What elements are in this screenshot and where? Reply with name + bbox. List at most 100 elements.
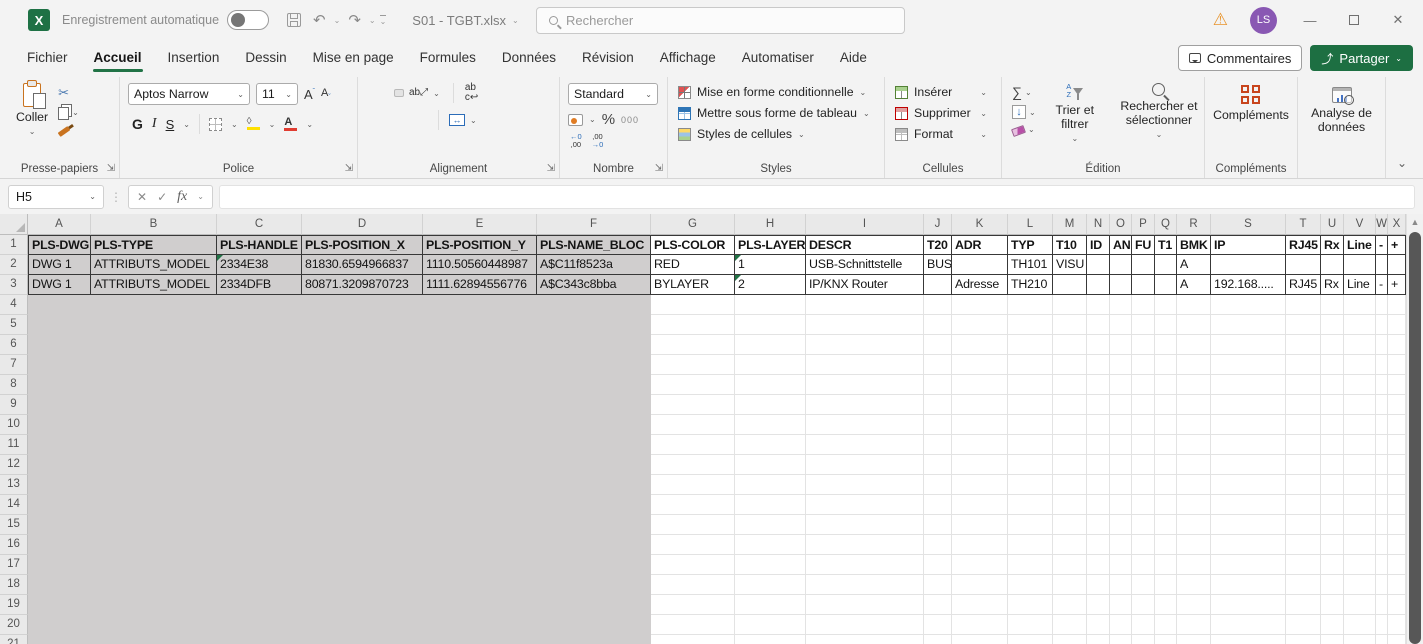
- cell-B4[interactable]: [91, 295, 217, 315]
- cell-H1[interactable]: PLS-LAYER: [735, 235, 806, 255]
- enter-icon[interactable]: ✓: [157, 190, 167, 204]
- cell-T9[interactable]: [1286, 395, 1321, 415]
- cell-H6[interactable]: [735, 335, 806, 355]
- cell-Q19[interactable]: [1155, 595, 1177, 615]
- cell-L20[interactable]: [1008, 615, 1053, 635]
- cell-H14[interactable]: [735, 495, 806, 515]
- cell-V16[interactable]: [1344, 535, 1376, 555]
- redo-icon[interactable]: ↷: [344, 9, 365, 31]
- cell-M10[interactable]: [1053, 415, 1087, 435]
- cell-J6[interactable]: [924, 335, 952, 355]
- cell-M3[interactable]: [1053, 275, 1087, 295]
- column-header-R[interactable]: R: [1177, 214, 1211, 235]
- cell-N19[interactable]: [1087, 595, 1110, 615]
- cell-V8[interactable]: [1344, 375, 1376, 395]
- cell-styles-button[interactable]: Styles de cellules⌄: [678, 127, 884, 141]
- cell-I17[interactable]: [806, 555, 924, 575]
- cell-E16[interactable]: [423, 535, 537, 555]
- cell-R5[interactable]: [1177, 315, 1211, 335]
- cell-I9[interactable]: [806, 395, 924, 415]
- cell-X7[interactable]: [1388, 355, 1406, 375]
- cell-H11[interactable]: [735, 435, 806, 455]
- cell-W14[interactable]: [1376, 495, 1388, 515]
- cell-M1[interactable]: T10: [1053, 235, 1087, 255]
- cell-G10[interactable]: [651, 415, 735, 435]
- cell-S5[interactable]: [1211, 315, 1286, 335]
- cell-N14[interactable]: [1087, 495, 1110, 515]
- cancel-icon[interactable]: ✕: [137, 190, 147, 204]
- cell-T12[interactable]: [1286, 455, 1321, 475]
- undo-chevron-icon[interactable]: ⌄: [334, 16, 341, 25]
- cell-B18[interactable]: [91, 575, 217, 595]
- row-header-15[interactable]: 15: [0, 515, 28, 535]
- cell-C1[interactable]: PLS-HANDLE: [217, 235, 302, 255]
- cell-H3[interactable]: 2: [735, 275, 806, 295]
- avatar[interactable]: LS: [1250, 7, 1277, 34]
- cell-S3[interactable]: 192.168.....: [1211, 275, 1286, 295]
- cell-W9[interactable]: [1376, 395, 1388, 415]
- insert-function-icon[interactable]: fx: [177, 189, 187, 205]
- cell-A21[interactable]: [28, 635, 91, 644]
- cell-M11[interactable]: [1053, 435, 1087, 455]
- cell-F9[interactable]: [537, 395, 651, 415]
- cell-G15[interactable]: [651, 515, 735, 535]
- cell-C15[interactable]: [217, 515, 302, 535]
- cell-G19[interactable]: [651, 595, 735, 615]
- cell-L12[interactable]: [1008, 455, 1053, 475]
- cell-G18[interactable]: [651, 575, 735, 595]
- thousands-separator-icon[interactable]: 000: [621, 115, 639, 125]
- row-header-13[interactable]: 13: [0, 475, 28, 495]
- cell-E13[interactable]: [423, 475, 537, 495]
- cell-G11[interactable]: [651, 435, 735, 455]
- cell-U15[interactable]: [1321, 515, 1344, 535]
- cell-R20[interactable]: [1177, 615, 1211, 635]
- cell-P4[interactable]: [1132, 295, 1155, 315]
- cell-U19[interactable]: [1321, 595, 1344, 615]
- percent-icon[interactable]: %: [602, 111, 615, 128]
- cell-K1[interactable]: ADR: [952, 235, 1008, 255]
- cell-R14[interactable]: [1177, 495, 1211, 515]
- cell-O5[interactable]: [1110, 315, 1132, 335]
- cell-A19[interactable]: [28, 595, 91, 615]
- cell-C10[interactable]: [217, 415, 302, 435]
- cell-F14[interactable]: [537, 495, 651, 515]
- insert-cells-button[interactable]: Insérer⌄: [895, 85, 1001, 99]
- cell-B8[interactable]: [91, 375, 217, 395]
- row-header-7[interactable]: 7: [0, 355, 28, 375]
- collapse-ribbon-icon[interactable]: ⌄: [1397, 156, 1407, 170]
- cell-D20[interactable]: [302, 615, 423, 635]
- align-middle-icon[interactable]: [381, 90, 389, 96]
- cell-F3[interactable]: A$C343c8bba: [537, 275, 651, 295]
- cell-V1[interactable]: Line: [1344, 235, 1376, 255]
- cell-O6[interactable]: [1110, 335, 1132, 355]
- cell-O20[interactable]: [1110, 615, 1132, 635]
- cell-A12[interactable]: [28, 455, 91, 475]
- cell-X21[interactable]: [1388, 635, 1406, 644]
- cell-H5[interactable]: [735, 315, 806, 335]
- name-box-chevron-icon[interactable]: ⌄: [89, 192, 96, 201]
- cell-B11[interactable]: [91, 435, 217, 455]
- cell-W5[interactable]: [1376, 315, 1388, 335]
- cell-J9[interactable]: [924, 395, 952, 415]
- italic-button[interactable]: I: [152, 116, 157, 132]
- cell-F12[interactable]: [537, 455, 651, 475]
- cell-P7[interactable]: [1132, 355, 1155, 375]
- cell-G1[interactable]: PLS-COLOR: [651, 235, 735, 255]
- cell-W20[interactable]: [1376, 615, 1388, 635]
- cell-L9[interactable]: [1008, 395, 1053, 415]
- cell-R18[interactable]: [1177, 575, 1211, 595]
- cell-N5[interactable]: [1087, 315, 1110, 335]
- column-header-L[interactable]: L: [1008, 214, 1053, 235]
- align-center-icon[interactable]: [381, 117, 389, 123]
- cell-U8[interactable]: [1321, 375, 1344, 395]
- cell-R19[interactable]: [1177, 595, 1211, 615]
- row-header-12[interactable]: 12: [0, 455, 28, 475]
- cell-V19[interactable]: [1344, 595, 1376, 615]
- cell-K9[interactable]: [952, 395, 1008, 415]
- cell-V13[interactable]: [1344, 475, 1376, 495]
- cell-W3[interactable]: -: [1376, 275, 1388, 295]
- cell-B21[interactable]: [91, 635, 217, 644]
- cell-D4[interactable]: [302, 295, 423, 315]
- row-header-14[interactable]: 14: [0, 495, 28, 515]
- cell-R8[interactable]: [1177, 375, 1211, 395]
